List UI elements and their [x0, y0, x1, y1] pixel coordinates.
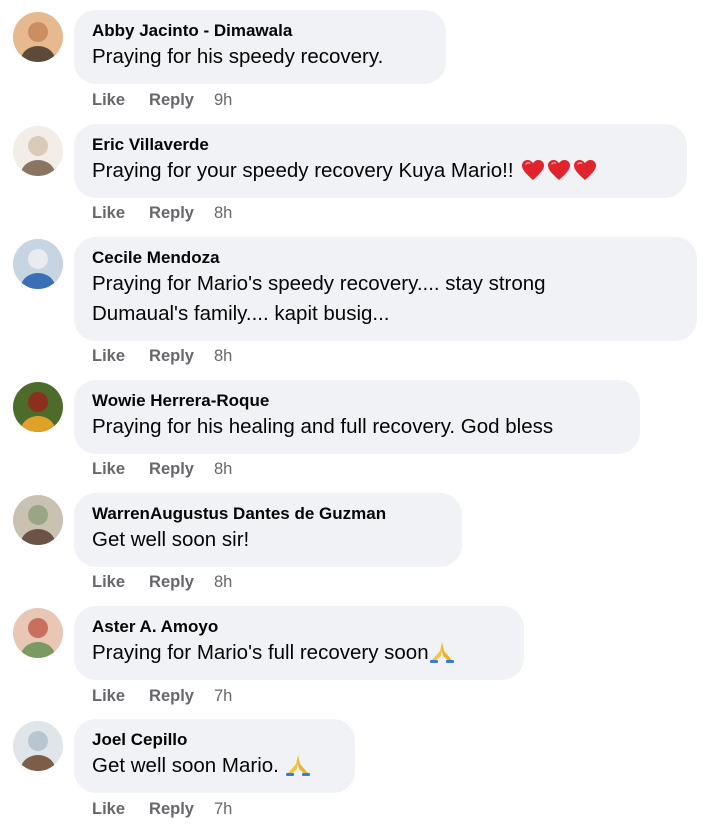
like-button[interactable]: Like — [92, 204, 125, 223]
heart-emoji-icon — [574, 160, 597, 180]
comment-bubble: Cecile Mendoza Praying for Mario's speedy… — [74, 237, 697, 341]
comment-text-line: Praying for his healing and full recover… — [92, 415, 554, 438]
reply-button[interactable]: Reply — [149, 687, 194, 706]
comment-actions: Like Reply 9h — [92, 91, 232, 110]
comment-bubble: Abby Jacinto - Dimawala Praying for his s… — [74, 10, 446, 84]
comment-text-line: Praying for Mario's speedy recovery.... … — [92, 272, 546, 295]
like-button[interactable]: Like — [92, 800, 125, 819]
comment-timestamp[interactable]: 8h — [214, 460, 232, 479]
comment-text: Dumaual's family.... kapit busig... — [92, 299, 679, 329]
comment-bubble: Wowie Herrera-Roque Praying for his heali… — [74, 380, 640, 454]
comment-text: Praying for Mario's speedy recovery.... … — [92, 269, 679, 299]
avatar[interactable] — [13, 239, 63, 289]
comment-timestamp[interactable]: 9h — [214, 91, 232, 110]
comment-author[interactable]: Aster A. Amoyo — [92, 616, 506, 638]
like-button[interactable]: Like — [92, 687, 125, 706]
avatar[interactable] — [13, 126, 63, 176]
heart-emoji-icon — [522, 160, 545, 180]
comment-text-line: Praying for his speedy recovery. — [92, 45, 384, 68]
praying-hands-emoji-icon — [429, 642, 454, 663]
like-button[interactable]: Like — [92, 91, 125, 110]
comment-text: Praying for Mario's full recovery soon — [92, 638, 506, 668]
comment-timestamp[interactable]: 7h — [214, 687, 232, 706]
comment-text: Praying for your speedy recovery Kuya Ma… — [92, 156, 669, 186]
comment-timestamp[interactable]: 8h — [214, 204, 232, 223]
comment-text: Get well soon sir! — [92, 525, 444, 555]
comment-actions: Like Reply 8h — [92, 460, 232, 479]
comment-text-line: Get well soon Mario. — [92, 754, 279, 777]
reply-button[interactable]: Reply — [149, 204, 194, 223]
comment-bubble: WarrenAugustus Dantes de Guzman Get well … — [74, 493, 462, 567]
reply-button[interactable]: Reply — [149, 91, 194, 110]
comment-bubble: Eric Villaverde Praying for your speedy r… — [74, 124, 687, 198]
comment-author[interactable]: Abby Jacinto - Dimawala — [92, 20, 428, 42]
comment-timestamp[interactable]: 7h — [214, 800, 232, 819]
comment-bubble: Joel Cepillo Get well soon Mario. — [74, 719, 355, 793]
comment-text: Get well soon Mario. — [92, 751, 337, 781]
comment-actions: Like Reply 8h — [92, 573, 232, 592]
reply-button[interactable]: Reply — [149, 347, 194, 366]
comment-actions: Like Reply 7h — [92, 687, 232, 706]
avatar[interactable] — [13, 608, 63, 658]
like-button[interactable]: Like — [92, 460, 125, 479]
comment-timestamp[interactable]: 8h — [214, 347, 232, 366]
avatar[interactable] — [13, 382, 63, 432]
reply-button[interactable]: Reply — [149, 460, 194, 479]
avatar[interactable] — [13, 12, 63, 62]
like-button[interactable]: Like — [92, 573, 125, 592]
avatar[interactable] — [13, 495, 63, 545]
reply-button[interactable]: Reply — [149, 800, 194, 819]
comment-text: Praying for his healing and full recover… — [92, 412, 622, 442]
comment-actions: Like Reply 7h — [92, 800, 232, 819]
heart-emoji-icon — [548, 160, 571, 180]
comment-author[interactable]: WarrenAugustus Dantes de Guzman — [92, 503, 444, 525]
comment-author[interactable]: Wowie Herrera-Roque — [92, 390, 622, 412]
comment-bubble: Aster A. Amoyo Praying for Mario's full r… — [74, 606, 524, 680]
reply-button[interactable]: Reply — [149, 573, 194, 592]
comment-text-line: Praying for Mario's full recovery soon — [92, 641, 429, 664]
like-button[interactable]: Like — [92, 347, 125, 366]
comment-text-line: Dumaual's family.... kapit busig... — [92, 302, 390, 325]
comment-text-line: Praying for your speedy recovery Kuya Ma… — [92, 159, 514, 182]
praying-hands-emoji-icon — [285, 755, 310, 776]
comment-actions: Like Reply 8h — [92, 204, 232, 223]
comment-text-line: Get well soon sir! — [92, 528, 250, 551]
comment-author[interactable]: Cecile Mendoza — [92, 247, 679, 269]
comment-timestamp[interactable]: 8h — [214, 573, 232, 592]
comment-author[interactable]: Joel Cepillo — [92, 729, 337, 751]
avatar[interactable] — [13, 721, 63, 771]
comment-actions: Like Reply 8h — [92, 347, 232, 366]
comment-text: Praying for his speedy recovery. — [92, 42, 428, 72]
comment-author[interactable]: Eric Villaverde — [92, 134, 669, 156]
